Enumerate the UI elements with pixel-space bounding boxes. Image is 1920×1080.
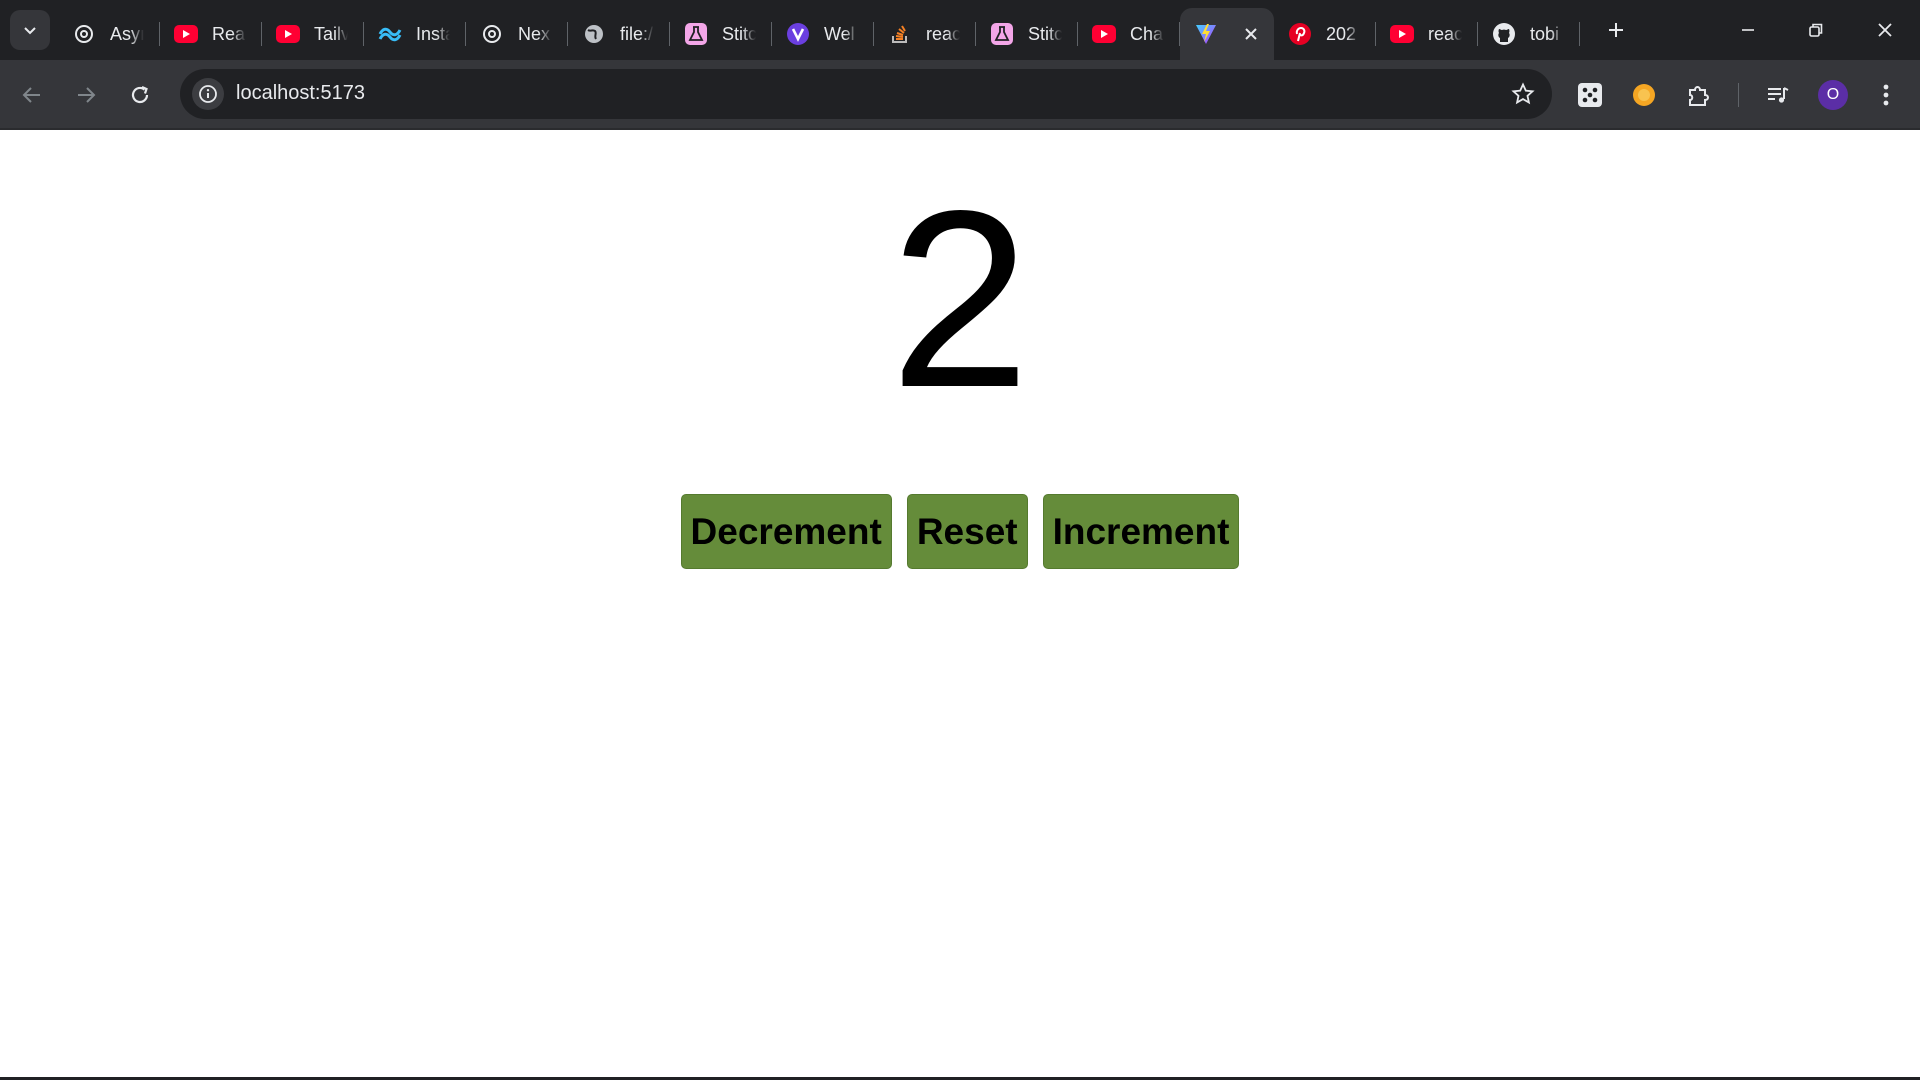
tab-search-button[interactable] [10, 10, 50, 50]
counter-value: 2 [889, 159, 1031, 440]
reload-button[interactable] [122, 77, 158, 113]
vercel-v-icon [786, 22, 810, 46]
forward-button[interactable] [68, 77, 104, 113]
tab[interactable]: Stitc [670, 8, 772, 60]
tab[interactable]: reac [874, 8, 976, 60]
plus-icon [1609, 23, 1623, 37]
minimize-icon [1742, 29, 1754, 31]
youtube-icon [1390, 22, 1414, 46]
extension-dice-button[interactable] [1572, 77, 1608, 113]
tab-active[interactable] [1180, 8, 1274, 60]
reload-icon [131, 85, 149, 104]
openai-icon [72, 22, 96, 46]
flask-icon [990, 22, 1014, 46]
new-tab-button[interactable] [1600, 14, 1632, 46]
tab-separator [1579, 22, 1580, 46]
page-viewport: 2 Decrement Reset Increment [0, 132, 1920, 1078]
tab[interactable]: Nex [466, 8, 568, 60]
youtube-icon [174, 22, 198, 46]
back-button[interactable] [14, 77, 50, 113]
toolbar-divider [1738, 83, 1739, 107]
tab-title: tobi [1530, 23, 1560, 44]
tab-title: Rea [212, 23, 246, 44]
tab[interactable]: 202 [1274, 8, 1376, 60]
restore-icon [1809, 23, 1823, 37]
tailwind-icon [378, 22, 402, 46]
vite-icon [1194, 22, 1218, 46]
tab-title: Cha [1130, 23, 1164, 44]
media-controls-button[interactable] [1760, 77, 1796, 113]
tab[interactable]: reac [1376, 8, 1478, 60]
tab-title: Stitc [1028, 23, 1062, 44]
flask-icon [684, 22, 708, 46]
tab-title: Tailv [314, 23, 348, 44]
profile-initial: O [1826, 86, 1840, 103]
dice-icon [1578, 83, 1602, 107]
orange-circle-icon [1633, 84, 1655, 106]
puzzle-piece-icon [1689, 86, 1709, 106]
media-queue-icon [1768, 87, 1789, 103]
extension-orange-button[interactable] [1626, 77, 1662, 113]
url-text[interactable]: localhost:5173 [236, 82, 365, 105]
tab-title: Wel [824, 23, 855, 44]
browser-toolbar: localhost:5173 O [0, 60, 1920, 130]
tab[interactable]: Insta [364, 8, 466, 60]
close-tab-icon[interactable] [1240, 23, 1262, 45]
restore-button[interactable] [1788, 8, 1844, 52]
bookmark-star-icon[interactable] [1510, 81, 1536, 107]
tab[interactable]: Asyı [58, 8, 160, 60]
tab-title: Asyı [110, 23, 144, 44]
counter-controls: Decrement Reset Increment [0, 494, 1920, 569]
address-bar[interactable]: localhost:5173 [180, 69, 1552, 119]
globe-icon [582, 22, 606, 46]
reset-button[interactable]: Reset [906, 494, 1028, 569]
arrow-left-icon [22, 87, 40, 103]
tab[interactable]: tobi [1478, 8, 1580, 60]
tab[interactable]: Tailv [262, 8, 364, 60]
more-vert-icon [1883, 84, 1889, 106]
arrow-right-icon [78, 87, 96, 103]
browser-menu-button[interactable] [1868, 77, 1904, 113]
tab-strip: Asyı Rea Tailv Insta Nex [0, 0, 1920, 60]
youtube-icon [276, 22, 300, 46]
github-icon [1492, 22, 1516, 46]
minimize-button[interactable] [1720, 8, 1776, 52]
stackoverflow-icon [888, 22, 912, 46]
extensions-button[interactable] [1681, 77, 1717, 113]
increment-button[interactable]: Increment [1042, 494, 1240, 569]
chevron-down-icon [24, 27, 36, 35]
tab[interactable]: Stitc [976, 8, 1078, 60]
youtube-icon [1092, 22, 1116, 46]
tab-title: Stitc [722, 23, 756, 44]
profile-avatar[interactable]: O [1818, 80, 1848, 110]
tab[interactable]: Rea [160, 8, 262, 60]
tab-title: reac [1428, 23, 1462, 44]
tab[interactable]: Wel [772, 8, 874, 60]
site-info-icon[interactable] [192, 78, 224, 110]
tab-title: reac [926, 23, 960, 44]
tab-title: file:/ [620, 23, 654, 44]
tab[interactable]: file:/ [568, 8, 670, 60]
openai-icon [480, 22, 504, 46]
tab-title: Insta [416, 23, 450, 44]
pinterest-icon [1288, 22, 1312, 46]
close-window-button[interactable] [1857, 8, 1913, 52]
tab-list: Asyı Rea Tailv Insta Nex [58, 8, 1580, 60]
decrement-button[interactable]: Decrement [680, 494, 892, 569]
close-icon [1878, 23, 1892, 37]
tab[interactable]: Cha [1078, 8, 1180, 60]
tab-title: 202 [1326, 23, 1357, 44]
tab-title: Nex [518, 23, 551, 44]
